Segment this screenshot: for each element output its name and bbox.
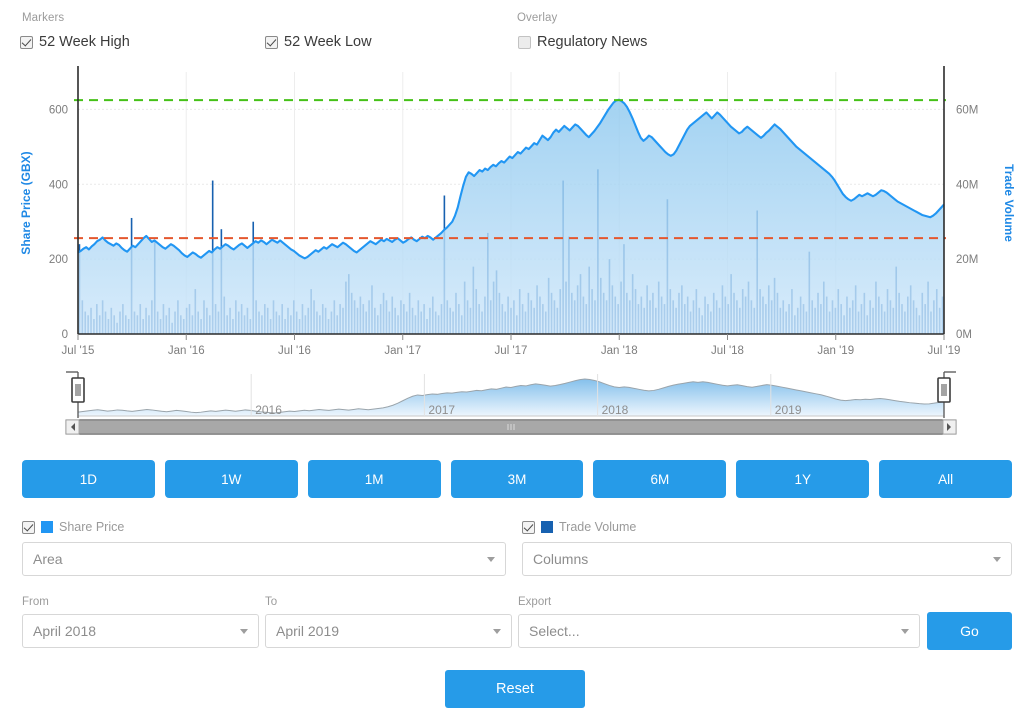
checkbox-52-week-high-label: 52 Week High (39, 34, 130, 50)
series-legend-trade-volume[interactable]: Trade Volume (522, 518, 1012, 536)
markers-group-label: Markers (22, 12, 65, 24)
svg-text:0: 0 (62, 329, 68, 341)
navigator-scrollbar[interactable] (65, 419, 957, 435)
svg-text:600: 600 (49, 104, 68, 116)
svg-text:Jan '17: Jan '17 (384, 345, 421, 357)
svg-text:Jul '18: Jul '18 (711, 345, 744, 357)
svg-text:Jan '19: Jan '19 (817, 345, 854, 357)
checkbox-52-week-low-box[interactable] (265, 35, 278, 49)
chevron-down-icon (240, 629, 248, 634)
select-from-date-value: April 2018 (33, 623, 97, 639)
svg-text:2017: 2017 (428, 403, 455, 417)
navigator-handle[interactable] (937, 377, 951, 403)
select-share-price-chart-type-value: Area (33, 551, 63, 567)
series-config-row: Share Price Area Trade Volume Columns (0, 518, 1030, 580)
select-trade-volume-chart-type[interactable]: Columns (522, 542, 1012, 576)
from-label: From (22, 596, 49, 608)
checkbox-regulatory-news-label: Regulatory News (537, 34, 648, 50)
select-export-format-value: Select... (529, 623, 580, 639)
range-button-1w[interactable]: 1W (164, 460, 298, 498)
svg-text:400: 400 (49, 179, 68, 191)
svg-text:2016: 2016 (255, 403, 282, 417)
checkbox-regulatory-news-box[interactable] (518, 35, 531, 49)
svg-text:Jul '16: Jul '16 (278, 345, 311, 357)
export-label: Export (518, 596, 552, 608)
scroll-right-arrow-icon[interactable] (942, 419, 957, 435)
chevron-down-icon (487, 557, 495, 562)
checkbox-52-week-high[interactable]: 52 Week High (20, 34, 130, 50)
checkbox-series-share-price[interactable] (22, 520, 35, 534)
svg-text:0M: 0M (956, 329, 972, 341)
svg-text:2019: 2019 (775, 403, 802, 417)
series-legend-label-share-price: Share Price (59, 520, 125, 534)
scroll-left-arrow-icon[interactable] (65, 419, 80, 435)
chart-options-bar: Markers Overlay 52 Week High 52 Week Low… (0, 0, 1030, 62)
series-color-swatch-share-price (41, 521, 53, 533)
checkbox-52-week-low-label: 52 Week Low (284, 34, 372, 50)
svg-text:Jan '18: Jan '18 (601, 345, 638, 357)
select-trade-volume-chart-type-value: Columns (533, 551, 589, 567)
svg-text:Share Price (GBX): Share Price (GBX) (19, 151, 33, 254)
from-date-group: From April 2018 (22, 596, 259, 648)
overlay-group-label: Overlay (517, 12, 558, 24)
checkbox-52-week-low[interactable]: 52 Week Low (265, 34, 372, 50)
series-color-swatch-trade-volume (541, 521, 553, 533)
checkbox-regulatory-news[interactable]: Regulatory News (518, 34, 647, 50)
svg-text:Jan '16: Jan '16 (168, 345, 205, 357)
series-legend-share-price[interactable]: Share Price (22, 518, 506, 536)
chevron-down-icon (993, 557, 1001, 562)
series-config-share-price: Share Price Area (22, 518, 506, 576)
chevron-down-icon (493, 629, 501, 634)
main-chart-canvas[interactable]: 0 200 400 600 0M 20M 40M 60M Jul '15 Jan '16 Jul '… (0, 62, 1030, 362)
series-config-trade-volume: Trade Volume Columns (522, 518, 1012, 576)
svg-text:40M: 40M (956, 179, 978, 191)
svg-text:60M: 60M (956, 104, 978, 116)
range-button-3m[interactable]: 3M (450, 460, 584, 498)
svg-text:2018: 2018 (602, 403, 629, 417)
select-from-date[interactable]: April 2018 (22, 614, 259, 648)
chevron-down-icon (901, 629, 909, 634)
svg-text:Jul '15: Jul '15 (62, 345, 95, 357)
date-range-and-export-row: From April 2018 To April 2019 Export Sel… (0, 596, 1030, 654)
scrollbar-thumb[interactable] (79, 421, 943, 433)
checkbox-series-trade-volume[interactable] (522, 520, 535, 534)
chart-navigator[interactable]: 2016 2017 2018 2019 (0, 362, 1030, 442)
range-selector-buttons[interactable]: 1D 1W 1M 3M 6M 1Y All (22, 460, 1013, 498)
range-button-1d[interactable]: 1D (22, 460, 155, 498)
series-legend-label-trade-volume: Trade Volume (559, 520, 637, 534)
share-price-chart-page: Markers Overlay 52 Week High 52 Week Low… (0, 0, 1030, 724)
export-group: Export Select... (518, 596, 920, 648)
to-label: To (265, 596, 278, 608)
reset-button[interactable]: Reset (445, 670, 585, 708)
select-to-date[interactable]: April 2019 (265, 614, 512, 648)
navigator-series-plot (77, 378, 945, 417)
checkbox-52-week-high-box[interactable] (20, 35, 33, 49)
svg-text:20M: 20M (956, 254, 978, 266)
range-button-1m[interactable]: 1M (307, 460, 441, 498)
select-to-date-value: April 2019 (276, 623, 340, 639)
select-export-format[interactable]: Select... (518, 614, 920, 648)
range-button-1y[interactable]: 1Y (736, 460, 870, 498)
svg-text:200: 200 (49, 254, 68, 266)
main-chart[interactable]: 0 200 400 600 0M 20M 40M 60M Jul '15 Jan '16 Jul '… (0, 62, 1030, 362)
svg-text:Trade Volume: Trade Volume (1002, 164, 1016, 242)
go-button[interactable]: Go (927, 612, 1012, 650)
svg-text:Jul '17: Jul '17 (495, 345, 528, 357)
navigator-handle[interactable] (71, 377, 85, 403)
range-button-6m[interactable]: 6M (593, 460, 727, 498)
navigator-canvas[interactable]: 2016 2017 2018 2019 (0, 362, 1030, 442)
range-button-all[interactable]: All (879, 460, 1013, 498)
select-share-price-chart-type[interactable]: Area (22, 542, 506, 576)
svg-text:Jul '19: Jul '19 (928, 345, 961, 357)
to-date-group: To April 2019 (265, 596, 512, 648)
